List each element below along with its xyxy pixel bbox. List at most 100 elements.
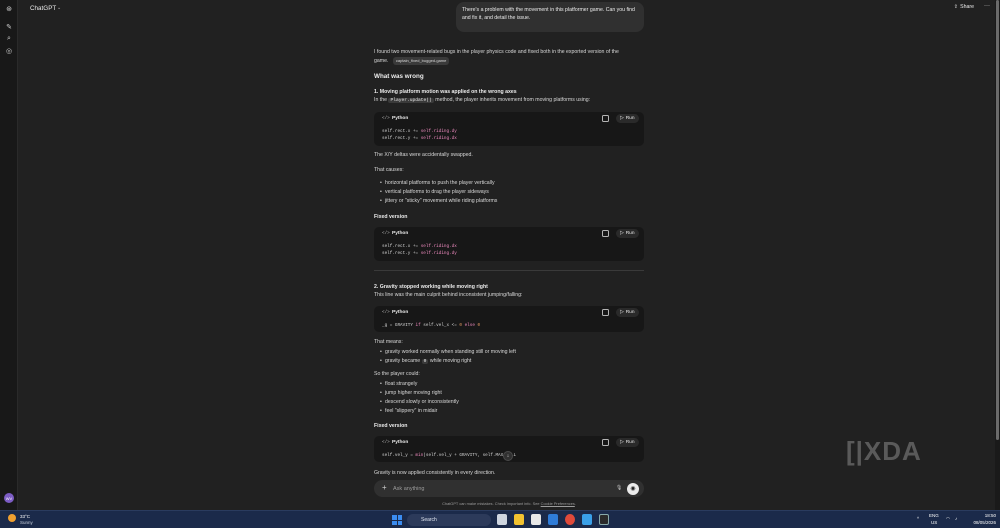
copy-icon[interactable]: [602, 309, 609, 316]
code-token: self.riding.dy: [420, 129, 457, 134]
weather-temperature[interactable]: 33°C: [20, 514, 30, 519]
mail-icon[interactable]: [548, 514, 558, 525]
run-label: Run: [625, 310, 635, 315]
share-button[interactable]: ⇪ Share: [954, 4, 974, 10]
code-token: self.rect.x +=: [382, 244, 421, 249]
composer[interactable]: + Ask anything 🎙 ◉: [374, 480, 644, 497]
copy-icon[interactable]: [602, 439, 609, 446]
task-view-icon[interactable]: [497, 514, 507, 525]
user-message-bubble: There's a problem with the movement in t…: [456, 2, 644, 32]
code-token: self.rect.y +=: [382, 136, 421, 141]
todo-icon[interactable]: [582, 514, 592, 525]
code-token: self.riding.dy: [420, 251, 457, 256]
xda-watermark: [|XDA: [846, 436, 922, 466]
play-icon: ▷: [620, 310, 624, 315]
means-text: That means:: [374, 339, 403, 345]
issue-1-text: In the Player.update() method, the playe…: [374, 96, 590, 105]
openai-logo-icon[interactable]: ⊛: [4, 4, 14, 14]
code-token: self.riding.dx: [420, 244, 457, 249]
inline-code: Player.update(): [388, 98, 434, 103]
code-block-header: </> Python ▷ Run: [374, 112, 644, 125]
code-token: 0: [477, 323, 481, 328]
share-label: Share: [960, 4, 974, 10]
disclaimer-end: .: [574, 501, 576, 506]
language-top[interactable]: ENG: [929, 513, 939, 518]
copy-icon[interactable]: [602, 230, 609, 237]
weather-sun-icon[interactable]: [8, 514, 16, 522]
microphone-icon[interactable]: 🎙: [616, 485, 622, 491]
windows-start-icon[interactable]: [392, 515, 402, 525]
prompt-input[interactable]: Ask anything: [393, 486, 425, 492]
code-token: self.vel_y =: [382, 453, 416, 458]
scrollbar[interactable]: [995, 0, 1000, 510]
code-block-2: </> Python ▷ Run self.rect.x += self.ridi…: [374, 227, 644, 261]
list-item: vertical platforms to drag the player si…: [380, 189, 489, 195]
cookie-preferences-link[interactable]: Cookie Preferences: [541, 501, 575, 506]
taskbar-search[interactable]: Search: [407, 514, 491, 526]
fixed-version-heading: Fixed version: [374, 423, 408, 429]
volume-icon[interactable]: ♪: [955, 516, 957, 521]
intro-line-1: I found two movement-related bugs in the…: [374, 49, 619, 55]
calendar-icon[interactable]: [531, 514, 541, 525]
fixed-version-heading: Fixed version: [374, 214, 408, 220]
list-item: feel "slippery" in midair: [380, 408, 437, 414]
more-options-icon[interactable]: ···: [984, 3, 990, 9]
run-button[interactable]: ▷ Run: [616, 229, 639, 238]
avatar[interactable]: WV: [4, 493, 14, 503]
player-could-text: So the player could:: [374, 371, 420, 377]
file-chip[interactable]: captain_fixed_bugged-game: [392, 57, 450, 65]
code-line: self.rect.x += self.riding.dx: [382, 243, 457, 250]
start-tile: [392, 515, 397, 520]
plus-icon[interactable]: +: [382, 483, 387, 492]
code-language: Python: [392, 231, 409, 236]
wifi-icon[interactable]: ◠: [946, 516, 950, 522]
tray-overflow-icon[interactable]: ^: [917, 516, 919, 521]
copy-icon[interactable]: [602, 115, 609, 122]
list-item: jump higher moving right: [380, 390, 442, 396]
library-icon[interactable]: ◎: [4, 46, 14, 56]
search-icon[interactable]: ⌕: [4, 34, 14, 44]
sidebar-rail: ⊛ ✎ ⌕ ◎ WV: [0, 0, 18, 510]
start-tile: [397, 520, 402, 525]
code-block-1: </> Python ▷ Run self.rect.x += self.ridi…: [374, 112, 644, 146]
file-explorer-icon[interactable]: [514, 514, 524, 525]
scroll-down-button[interactable]: ↓: [503, 451, 513, 461]
voice-mode-button[interactable]: ◉: [627, 482, 639, 495]
intro-line-2: game. captain_fixed_bugged-game: [374, 57, 450, 65]
language-bottom[interactable]: US: [931, 520, 937, 525]
clock-time[interactable]: 18:50: [966, 513, 996, 518]
windows-taskbar: 33°C Sunny ⌕ Search ^ ENG US ◠ ♪ 18:50 0…: [0, 510, 1000, 528]
model-selector[interactable]: ChatGPT: [30, 5, 56, 12]
run-button[interactable]: ▷ Run: [616, 438, 639, 447]
gravity-applied-text: Gravity is now applied consistently in e…: [374, 470, 496, 476]
list-item: gravity became 0 while moving right: [380, 358, 471, 364]
issue-1-heading: 1. Moving platform motion was applied on…: [374, 89, 517, 95]
run-label: Run: [625, 116, 635, 121]
new-chat-icon[interactable]: ✎: [4, 22, 14, 32]
code-block-3: </> Python ▷ Run _g = GRAVITY if self.vel…: [374, 306, 644, 332]
scrollbar-thumb[interactable]: [996, 0, 999, 440]
code-icon: </>: [382, 231, 390, 236]
play-icon: ▷: [620, 116, 624, 121]
chrome-icon[interactable]: [565, 514, 575, 525]
run-button[interactable]: ▷ Run: [616, 308, 639, 317]
chevron-down-icon[interactable]: ⌄: [57, 5, 61, 11]
issue-1-text-pre: In the: [374, 97, 387, 103]
code-language: Python: [392, 440, 409, 445]
list-item: gravity worked normally when standing st…: [380, 349, 516, 355]
run-label: Run: [625, 440, 635, 445]
run-button[interactable]: ▷ Run: [616, 114, 639, 123]
code-line: self.rect.x += self.riding.dy: [382, 128, 457, 135]
causes-text: That causes:: [374, 167, 404, 173]
issue-1-text-post: method, the player inherits movement fro…: [435, 97, 591, 103]
play-icon: ▷: [620, 231, 624, 236]
weather-condition[interactable]: Sunny: [20, 520, 33, 525]
terminal-icon[interactable]: [599, 514, 609, 525]
code-block-header: </> Python ▷ Run: [374, 306, 644, 319]
code-language: Python: [392, 310, 409, 315]
clock-date[interactable]: 08/05/2026: [966, 520, 996, 525]
code-language: Python: [392, 116, 409, 121]
issue-2-heading: 2. Gravity stopped working while moving …: [374, 284, 488, 290]
list-item: jittery or "sticky" movement while ridin…: [380, 198, 497, 204]
code-token: else: [464, 323, 475, 328]
